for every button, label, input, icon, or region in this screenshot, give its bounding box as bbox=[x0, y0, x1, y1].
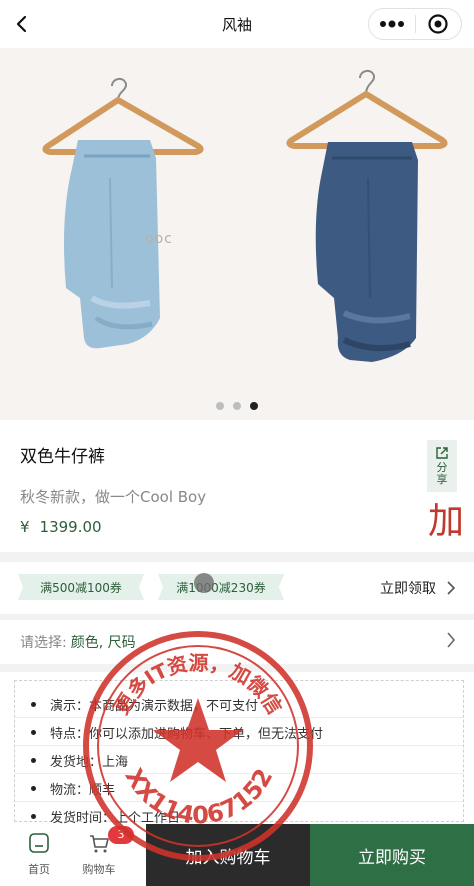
currency-symbol: ¥ bbox=[20, 518, 30, 536]
coupon-tag[interactable]: 满500减100券 bbox=[18, 574, 144, 600]
sku-selector-text: 请选择: 颜色, 尺码 bbox=[20, 632, 136, 652]
gallery-indicator bbox=[0, 402, 474, 410]
spec-key: 物流： bbox=[50, 783, 90, 798]
bullet-icon bbox=[31, 730, 36, 735]
add-to-cart-button[interactable]: 加入购物车 bbox=[146, 824, 310, 886]
divider bbox=[15, 717, 463, 718]
product-title: 双色牛仔裤 bbox=[20, 447, 105, 467]
bottom-action-bar: 首页 购物车 3 加入购物车 立即购买 bbox=[0, 824, 474, 886]
spec-key: 特点： bbox=[50, 727, 90, 742]
sku-selector-value: 颜色, 尺码 bbox=[70, 635, 136, 651]
bullet-icon bbox=[31, 758, 36, 763]
spec-value: 上海 bbox=[102, 755, 129, 770]
gallery-dot[interactable] bbox=[233, 402, 241, 410]
spec-row: 物流： 顺丰 bbox=[31, 779, 115, 798]
image-watermark: ooc bbox=[145, 231, 173, 247]
spec-value: 你可以添加进购物车、下单，但无法支付 bbox=[89, 727, 324, 742]
share-icon bbox=[436, 447, 448, 459]
bullet-icon bbox=[31, 786, 36, 791]
divider bbox=[15, 745, 463, 746]
spec-row: 演示： 本商品为演示数据，不可支付 bbox=[31, 695, 258, 714]
gallery-dot-active[interactable] bbox=[250, 402, 258, 410]
back-button[interactable] bbox=[8, 10, 36, 38]
price-value: 1399.00 bbox=[39, 518, 102, 536]
spec-value: 本商品为演示数据，不可支付 bbox=[89, 699, 259, 714]
sku-selector-label: 请选择: bbox=[20, 635, 67, 651]
tab-home[interactable]: 首页 bbox=[14, 832, 64, 877]
product-subtitle: 秋冬新款，做一个Cool Boy bbox=[20, 488, 207, 506]
tab-home-label: 首页 bbox=[28, 863, 50, 876]
sku-selector[interactable]: 请选择: 颜色, 尺码 bbox=[0, 620, 474, 664]
home-icon bbox=[29, 833, 49, 853]
spec-value: 顺丰 bbox=[89, 783, 116, 798]
share-label: 分享 bbox=[436, 461, 448, 486]
tab-cart-label: 购物车 bbox=[82, 863, 116, 876]
mini-program-capsule bbox=[368, 8, 462, 40]
product-specs: 演示： 本商品为演示数据，不可支付 特点： 你可以添加进购物车、下单，但无法支付 发… bbox=[0, 672, 474, 826]
spec-row: 特点： 你可以添加进购物车、下单，但无法支付 bbox=[31, 723, 323, 742]
share-button[interactable]: 分享 bbox=[427, 440, 457, 492]
gallery-dot[interactable] bbox=[216, 402, 224, 410]
overlay-ad-text: 加 bbox=[428, 501, 465, 542]
buy-now-button[interactable]: 立即购买 bbox=[310, 824, 474, 886]
spec-key: 演示： bbox=[50, 699, 90, 714]
product-info: 双色牛仔裤 秋冬新款，做一个Cool Boy ¥1399.00 分享 加 bbox=[0, 420, 474, 552]
coupon-tag[interactable]: 满1000减230券 bbox=[158, 574, 284, 600]
claim-coupon-button[interactable]: 立即领取 bbox=[380, 578, 456, 598]
target-close-icon bbox=[428, 14, 448, 34]
chevron-left-icon bbox=[16, 15, 27, 33]
coupon-strip: 满500减100券 满1000减230券 立即领取 bbox=[0, 562, 474, 614]
bullet-icon bbox=[31, 702, 36, 707]
spec-key: 发货地： bbox=[50, 755, 103, 770]
specs-box: 演示： 本商品为演示数据，不可支付 特点： 你可以添加进购物车、下单，但无法支付 发… bbox=[14, 680, 464, 826]
divider bbox=[15, 773, 463, 774]
chevron-right-icon bbox=[447, 632, 456, 648]
chevron-right-icon bbox=[447, 581, 456, 595]
claim-coupon-label: 立即领取 bbox=[380, 581, 436, 597]
product-photo bbox=[0, 48, 474, 420]
bullet-icon bbox=[31, 814, 36, 819]
product-price: ¥1399.00 bbox=[20, 518, 102, 536]
navbar: 风袖 bbox=[0, 0, 474, 48]
spec-row: 发货地： 上海 bbox=[31, 751, 128, 770]
divider bbox=[15, 801, 463, 802]
more-button[interactable] bbox=[369, 9, 415, 39]
page-title: 风袖 bbox=[221, 15, 252, 34]
close-program-button[interactable] bbox=[416, 9, 462, 39]
product-image-gallery[interactable]: ooc bbox=[0, 48, 474, 420]
cart-count-badge: 3 bbox=[108, 826, 134, 844]
cart-icon bbox=[90, 835, 109, 853]
more-dots-icon bbox=[379, 20, 404, 28]
touch-indicator bbox=[194, 573, 214, 593]
